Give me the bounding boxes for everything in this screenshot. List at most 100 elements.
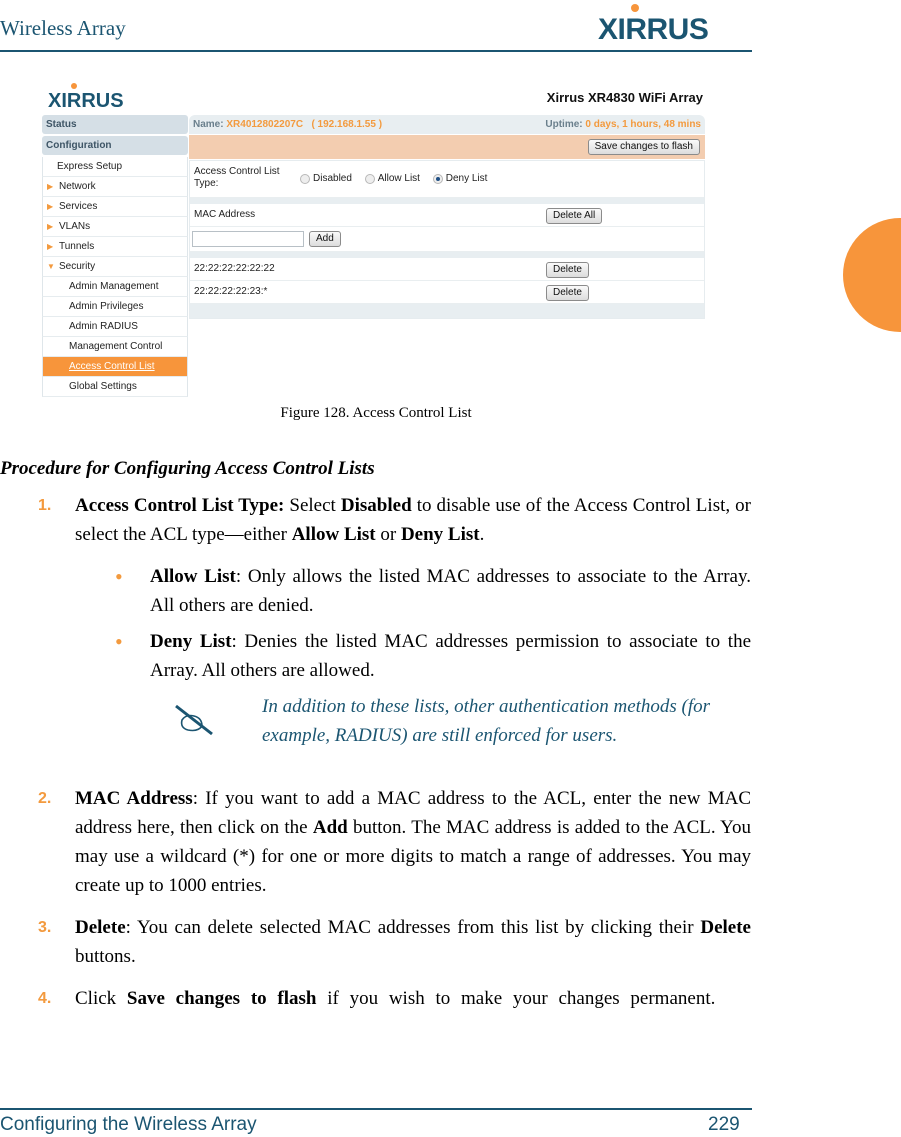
step-2-text: MAC Address: If you want to add a MAC ad… bbox=[75, 784, 751, 900]
term: Allow List bbox=[150, 566, 236, 587]
sidebar-item-tunnels[interactable]: ▶ Tunnels bbox=[42, 237, 188, 257]
device-name-value: XR4012802207C bbox=[226, 119, 304, 130]
radio-deny-list[interactable]: Deny List bbox=[432, 173, 488, 184]
figure-screenshot: XIRRUS Xirrus XR4830 WiFi Array Status C… bbox=[42, 80, 707, 397]
add-mac-row: Add bbox=[190, 227, 704, 252]
sidebar-item-label: Admin Management bbox=[69, 281, 159, 292]
chevron-down-icon[interactable]: ▼ bbox=[47, 257, 55, 276]
sidebar-item-status[interactable]: Status bbox=[42, 115, 188, 134]
sidebar-item-services[interactable]: ▶ Services bbox=[42, 197, 188, 217]
text: : You can delete selected MAC addresses … bbox=[125, 917, 701, 938]
step-number: 2. bbox=[38, 790, 52, 807]
delete-button[interactable]: Delete bbox=[546, 262, 589, 278]
text: : Only allows the listed MAC addresses t… bbox=[150, 566, 751, 616]
sidebar-item-label: Management Control bbox=[69, 341, 163, 352]
sidebar-item-label: Services bbox=[59, 201, 98, 212]
delete-all-button[interactable]: Delete All bbox=[546, 208, 603, 224]
step-3-text: Delete: You can delete selected MAC addr… bbox=[75, 913, 751, 971]
mac-address-label: MAC Address bbox=[194, 209, 256, 220]
device-ip-value: ( 192.168.1.55 ) bbox=[311, 119, 383, 130]
term: Allow List bbox=[291, 524, 376, 545]
radio-button-selected[interactable] bbox=[432, 173, 443, 184]
procedure-heading: Procedure for Configuring Access Control… bbox=[0, 458, 375, 479]
mac-address-input[interactable] bbox=[192, 231, 304, 247]
term: Deny List bbox=[400, 524, 480, 545]
sidebar-item-admin-privileges[interactable]: Admin Privileges bbox=[42, 297, 188, 317]
radio-button[interactable] bbox=[300, 173, 310, 184]
term: Disabled bbox=[340, 495, 412, 516]
text: buttons. bbox=[75, 946, 136, 967]
sidebar-item-vlans[interactable]: ▶ VLANs bbox=[42, 217, 188, 237]
figure-caption: Figure 128. Access Control List bbox=[280, 405, 472, 421]
uptime-label: Uptime: bbox=[545, 119, 583, 130]
mac-entry-value: 22:22:22:22:22:22 bbox=[194, 263, 275, 274]
sidebar-item-access-control-list[interactable]: Access Control List bbox=[42, 357, 188, 377]
add-button[interactable]: Add bbox=[309, 231, 341, 247]
sidebar-item-label: VLANs bbox=[59, 221, 91, 232]
radio-button[interactable] bbox=[364, 173, 375, 184]
sidebar-item-label: Network bbox=[59, 181, 96, 192]
bullet-deny-list: Deny List: Denies the listed MAC address… bbox=[150, 627, 751, 685]
sidebar-item-admin-radius[interactable]: Admin RADIUS bbox=[42, 317, 188, 337]
text: Click bbox=[75, 988, 127, 1009]
bullet-icon: • bbox=[115, 629, 123, 654]
uptime-value: 0 days, 1 hours, 48 mins bbox=[585, 119, 701, 130]
sidebar-item-express-setup[interactable]: Express Setup bbox=[42, 157, 188, 177]
bullet-allow-list: Allow List: Only allows the listed MAC a… bbox=[150, 562, 751, 620]
text: or bbox=[375, 524, 401, 545]
note-text: In addition to these lists, other authen… bbox=[262, 696, 711, 746]
sidebar-item-management-control[interactable]: Management Control bbox=[42, 337, 188, 357]
sidebar-item-configuration[interactable]: Configuration bbox=[42, 136, 188, 155]
device-title: Xirrus XR4830 WiFi Array bbox=[546, 90, 703, 105]
radio-disabled[interactable]: Disabled bbox=[300, 173, 352, 184]
radio-label: Deny List bbox=[445, 173, 488, 184]
name-label: Name: bbox=[193, 119, 224, 130]
step-term: Access Control List Type: bbox=[75, 495, 285, 516]
mac-entry-value: 22:22:22:22:23:* bbox=[194, 286, 268, 297]
sidebar-item-network[interactable]: ▶ Network bbox=[42, 177, 188, 197]
text: Select bbox=[284, 495, 341, 516]
chevron-right-icon[interactable]: ▶ bbox=[47, 177, 55, 196]
mac-entry-row: 22:22:22:22:22:22 Delete bbox=[190, 258, 704, 281]
svg-text:XIRRUS: XIRRUS bbox=[48, 90, 124, 110]
acl-type-radio-group: Disabled Allow List Deny List bbox=[300, 173, 497, 187]
step-1-text: Access Control List Type: Select Disable… bbox=[75, 491, 751, 549]
delete-button[interactable]: Delete bbox=[546, 285, 589, 301]
text: if you wish to make your changes permane… bbox=[316, 988, 716, 1009]
sidebar-item-label: Security bbox=[59, 261, 96, 272]
sidebar-item-admin-management[interactable]: Admin Management bbox=[42, 277, 188, 297]
chapter-tab-marker bbox=[843, 218, 901, 332]
sidebar-item-global-settings[interactable]: Global Settings bbox=[42, 377, 188, 397]
running-header-title: Wireless Array bbox=[0, 16, 126, 40]
sidebar-item-security[interactable]: ▼ Security bbox=[42, 257, 188, 277]
header-rule bbox=[0, 50, 752, 52]
xirrus-logo: XIRRUS bbox=[598, 4, 709, 42]
term: Add bbox=[312, 817, 348, 838]
footer-rule bbox=[0, 1108, 752, 1110]
sidebar-item-label: Tunnels bbox=[59, 241, 95, 252]
chevron-right-icon[interactable]: ▶ bbox=[47, 197, 55, 216]
term: Delete bbox=[700, 917, 751, 938]
acl-type-label: Access Control List Type: bbox=[194, 166, 280, 189]
radio-label: Allow List bbox=[377, 173, 420, 184]
sidebar-nav: Status Configuration Express Setup ▶ Netwo… bbox=[42, 115, 188, 397]
text: . bbox=[479, 524, 485, 545]
step-number: 3. bbox=[38, 919, 52, 936]
page-number: 229 bbox=[708, 1114, 740, 1135]
sidebar-item-label: Global Settings bbox=[69, 381, 137, 392]
chevron-right-icon[interactable]: ▶ bbox=[47, 237, 55, 256]
svg-text:XIRRUS: XIRRUS bbox=[598, 13, 708, 42]
note-pencil-icon bbox=[175, 704, 213, 736]
xirrus-ui-logo: XIRRUS bbox=[48, 83, 124, 110]
main-panel: Name: XR4012802207C ( 192.168.1.55 ) Upt… bbox=[189, 115, 705, 319]
step-term: Save changes to flash bbox=[126, 988, 317, 1009]
bullet-icon: • bbox=[115, 564, 123, 589]
action-bar: Save changes to flash bbox=[189, 135, 705, 159]
radio-allow-list[interactable]: Allow List bbox=[364, 173, 420, 184]
chevron-right-icon[interactable]: ▶ bbox=[47, 217, 55, 236]
step-term: MAC Address bbox=[75, 788, 193, 809]
mac-entry-row: 22:22:22:22:23:* Delete bbox=[190, 281, 704, 304]
save-changes-button[interactable]: Save changes to flash bbox=[587, 139, 700, 155]
form-footer bbox=[190, 304, 704, 318]
sidebar-item-label: Access Control List bbox=[69, 361, 155, 372]
